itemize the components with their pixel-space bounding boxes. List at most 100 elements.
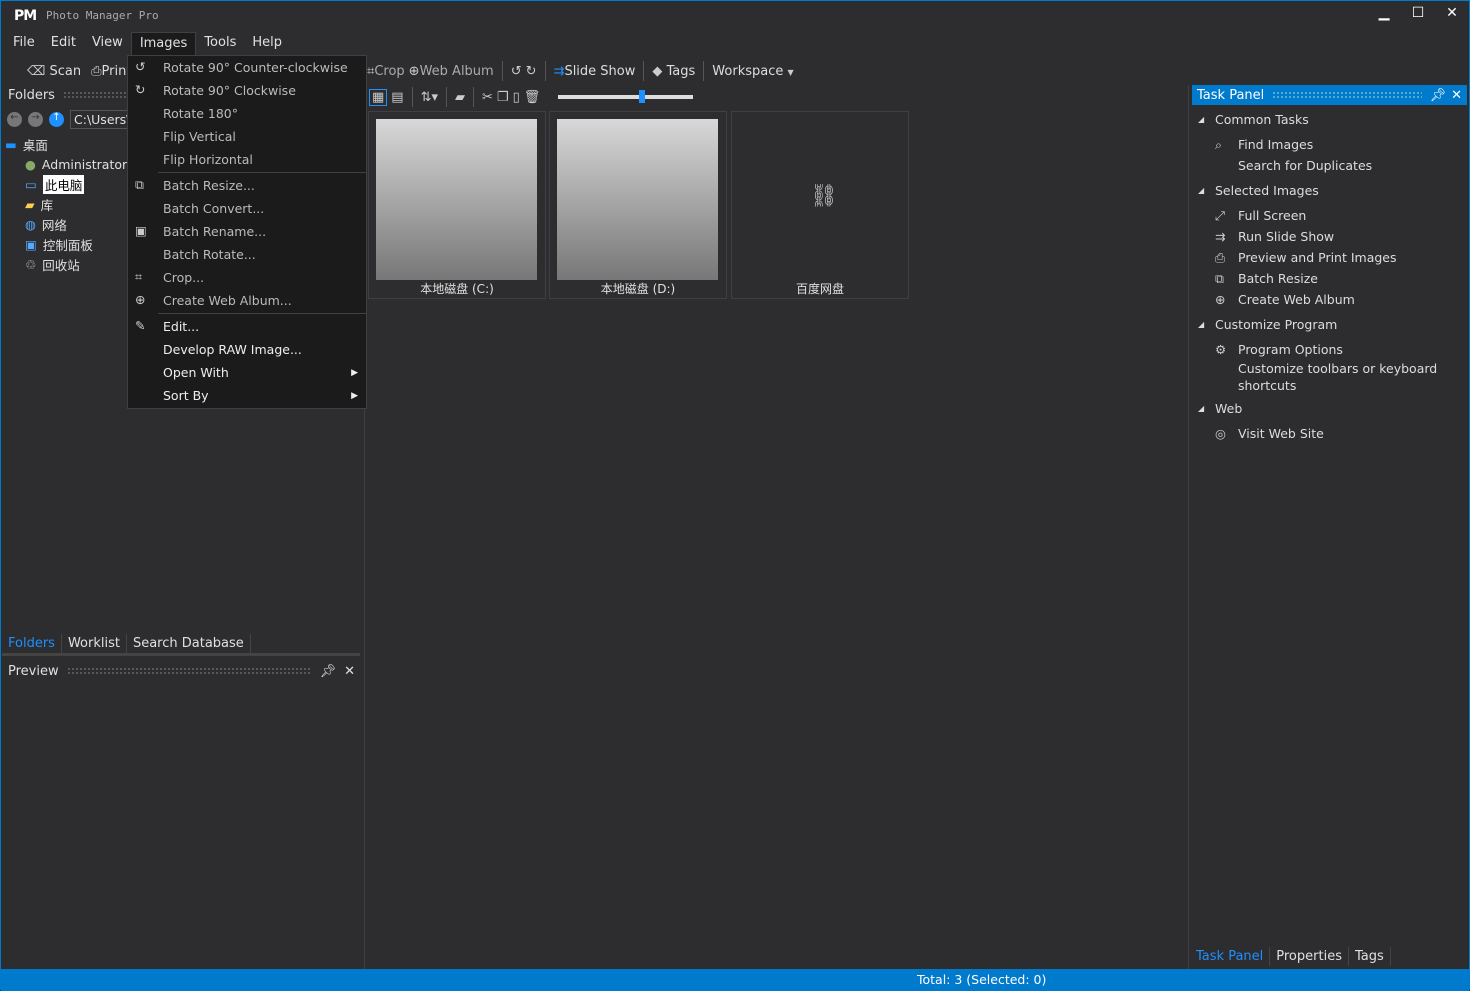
thumbnail-drive-d[interactable]: 本地磁盘 (D:)	[549, 111, 727, 299]
tree-item-network[interactable]: ◍ 网络	[5, 214, 127, 234]
thumbnail-baidu[interactable]: ⛓ 百度网盘	[731, 111, 909, 299]
tree-item-control-panel[interactable]: ▣ 控制面板	[5, 234, 127, 254]
thumbnail-drive-c[interactable]: 本地磁盘 (C:)	[368, 111, 546, 299]
menu-item[interactable]: Batch Rotate...	[128, 243, 366, 266]
thumbnail-view-icon[interactable]: ▦	[369, 88, 388, 106]
back-icon[interactable]: ←	[7, 112, 22, 127]
menu-item[interactable]: Flip Horizontal	[128, 148, 366, 171]
menu-images[interactable]: Images	[130, 32, 197, 55]
menu-item[interactable]: Flip Vertical	[128, 125, 366, 148]
close-icon[interactable]: ✕	[344, 664, 355, 679]
close-button[interactable]: ✕	[1438, 5, 1466, 25]
task-section-header[interactable]: ◢ Common Tasks	[1198, 108, 1463, 130]
close-icon[interactable]: ✕	[1451, 88, 1462, 103]
up-icon[interactable]: ↑	[49, 112, 64, 127]
menu-item[interactable]: Batch Convert...	[128, 197, 366, 220]
rotate-ccw-icon[interactable]: ↺	[511, 64, 522, 79]
menu-item[interactable]: Sort By ▶	[128, 384, 366, 407]
zoom-slider-thumb[interactable]	[639, 90, 646, 103]
crop-button[interactable]: ⌗Crop	[367, 64, 405, 79]
menu-tools[interactable]: Tools	[196, 32, 244, 55]
menu-item[interactable]: Rotate 180°	[128, 102, 366, 125]
menu-item-label: Develop RAW Image...	[163, 342, 302, 357]
task-link[interactable]: ⎙ Preview and Print Images	[1215, 247, 1463, 268]
task-panel-content: ◢ Common Tasks ⌕ Find Images Search for Dupl…	[1198, 108, 1463, 444]
menu-item[interactable]: Open With ▶	[128, 361, 366, 384]
menu-item[interactable]: ↻ Rotate 90° Clockwise	[128, 79, 366, 102]
menu-item-label: Crop...	[163, 270, 205, 285]
task-link[interactable]: ⇉ Run Slide Show	[1215, 226, 1463, 247]
path-input[interactable]: C:\Users\	[70, 110, 130, 129]
control-panel-icon: ▣	[25, 236, 37, 252]
task-section-header[interactable]: ◢ Selected Images	[1198, 179, 1463, 201]
task-link[interactable]: ◎ Visit Web Site	[1215, 423, 1463, 444]
menu-item[interactable]: ⌗ Crop...	[128, 266, 366, 289]
tree-item-desktop[interactable]: ▬ 桌面	[5, 134, 127, 154]
tree-item-administrator[interactable]: ● Administrator	[5, 154, 127, 174]
task-link[interactable]: ⧉ Batch Resize	[1215, 268, 1463, 289]
menu-edit[interactable]: Edit	[43, 32, 84, 55]
minimize-button[interactable]: ▁	[1370, 5, 1398, 25]
task-link[interactable]: ⌕ Find Images	[1215, 134, 1463, 155]
tab-folders[interactable]: Folders	[2, 634, 62, 653]
cut-icon[interactable]: ✂	[482, 90, 493, 105]
grip	[66, 667, 312, 675]
folder-tree: ▬ 桌面 ● Administrator ▭ 此电脑 ▰ 库 ◍ 网络 ▣ 控制面板 ♲ 回收…	[5, 134, 127, 274]
tab-task-panel[interactable]: Task Panel	[1190, 947, 1271, 966]
menu-item[interactable]: ↺ Rotate 90° Counter-clockwise	[128, 56, 366, 79]
rotate-cw-icon[interactable]: ↻	[526, 64, 537, 79]
menu-file[interactable]: File	[5, 32, 43, 55]
zoom-slider[interactable]	[558, 90, 694, 103]
delete-icon[interactable]: 🗑	[524, 90, 541, 105]
network-icon: ◍	[25, 216, 36, 232]
tags-button[interactable]: ◆ Tags	[652, 64, 695, 79]
forward-icon[interactable]: →	[28, 112, 43, 127]
tab-properties[interactable]: Properties	[1270, 947, 1349, 966]
tree-item-library[interactable]: ▰ 库	[5, 194, 127, 214]
chevron-down-icon: ▼	[787, 67, 794, 77]
tree-item-this-pc[interactable]: ▭ 此电脑	[5, 174, 127, 194]
tab-tags[interactable]: Tags	[1349, 947, 1391, 966]
menu-item[interactable]: ▣ Batch Rename...	[128, 220, 366, 243]
print-button[interactable]: ⎙Print	[91, 64, 131, 79]
scanner-icon: ⌫	[27, 63, 46, 79]
task-link[interactable]: ⤢ Full Screen	[1215, 205, 1463, 226]
task-link-label: Full Screen	[1238, 208, 1307, 223]
workspace-dropdown[interactable]: Workspace ▼	[712, 64, 793, 79]
menu-view[interactable]: View	[84, 32, 131, 55]
menu-item[interactable]: ⧉ Batch Resize...	[128, 174, 366, 197]
task-link[interactable]: Search for Duplicates	[1215, 155, 1463, 176]
maximize-button[interactable]: ☐	[1404, 5, 1432, 25]
menu-item[interactable]: Develop RAW Image...	[128, 338, 366, 361]
menu-item[interactable]: ✎ Edit...	[128, 315, 366, 338]
new-folder-icon[interactable]: ▰	[455, 90, 465, 105]
menu-help[interactable]: Help	[244, 32, 290, 55]
task-link-label: Visit Web Site	[1238, 426, 1324, 441]
slide-show-button[interactable]: ⇉Slide Show	[554, 64, 636, 79]
task-section-header[interactable]: ◢ Web	[1198, 397, 1463, 419]
task-link-label: Run Slide Show	[1238, 229, 1335, 244]
user-icon: ●	[25, 156, 36, 172]
copy-icon[interactable]: ❐	[497, 90, 509, 105]
web-album-button[interactable]: ⊕Web Album	[409, 64, 494, 79]
tab-worklist[interactable]: Worklist	[62, 634, 127, 653]
printer-icon: ⎙	[1215, 249, 1226, 265]
sort-icon[interactable]: ⇅▾	[421, 90, 438, 105]
scan-button[interactable]: ⌫ Scan	[27, 64, 81, 79]
task-link[interactable]: ⊕ Create Web Album	[1215, 289, 1463, 310]
tab-search-database[interactable]: Search Database	[127, 634, 251, 653]
desktop-icon: ▬	[5, 136, 17, 152]
menu-separator	[158, 172, 366, 173]
tree-item-recycle-bin[interactable]: ♲ 回收站	[5, 254, 127, 274]
task-link[interactable]: Customize toolbars or keyboard shortcuts	[1215, 360, 1463, 394]
paste-icon[interactable]: ▯	[513, 90, 520, 105]
task-link[interactable]: ⚙ Program Options	[1215, 339, 1463, 360]
task-section-header[interactable]: ◢ Customize Program	[1198, 313, 1463, 335]
details-view-icon[interactable]: ▤	[391, 90, 403, 105]
menu-item[interactable]: ⊕ Create Web Album...	[128, 289, 366, 312]
pin-icon[interactable]: 📌︎	[1430, 88, 1447, 103]
menu-item-label: Batch Resize...	[163, 178, 255, 193]
pin-icon[interactable]: 📌︎	[320, 664, 337, 679]
batch-resize-icon: ⧉	[135, 177, 144, 192]
web-album-icon: ⊕	[408, 63, 420, 79]
